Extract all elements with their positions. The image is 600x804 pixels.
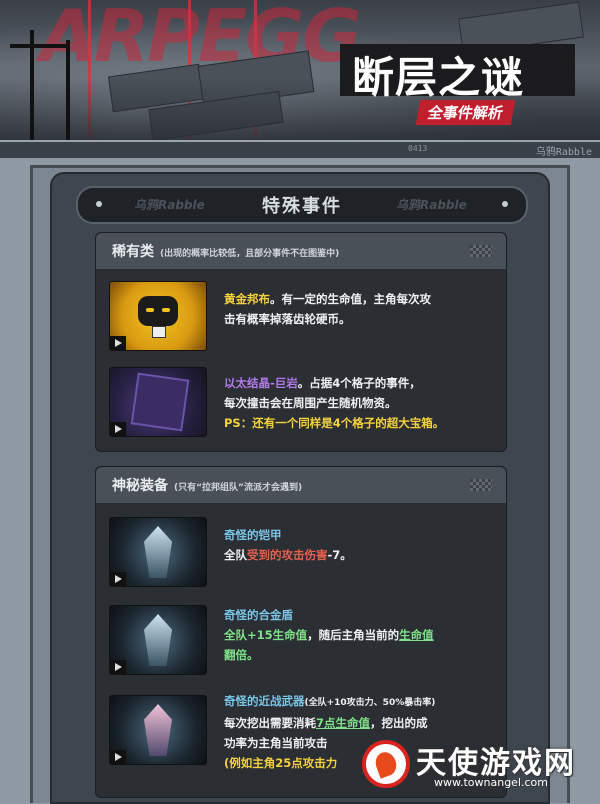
ps-note: PS：还有一个同样是4个格子的超大宝箱。 <box>224 416 445 430</box>
event-thumbnail-ether-crystal[interactable] <box>109 367 207 437</box>
power-pole <box>66 40 70 148</box>
power-pole-arm <box>10 44 70 48</box>
weapon-icon <box>144 704 172 756</box>
crystal-cube-icon <box>130 372 190 432</box>
play-icon[interactable] <box>110 750 126 764</box>
header-watermark: 乌鸦Rabble <box>396 198 467 212</box>
play-icon[interactable] <box>110 336 126 350</box>
top-strip: 0413 乌鸦Rabble <box>0 140 600 158</box>
site-logo-icon <box>362 740 410 788</box>
section-rare: 稀有类 (出现的概率比较低，且部分事件不在图鉴中) 黄金邦布。有一定的生命值，主角… <box>95 232 507 452</box>
equipment-thumbnail-armor[interactable] <box>109 517 207 587</box>
section-equipment-header: 神秘装备 (只有“拉邦组队”流派才会遇到) <box>96 467 506 503</box>
site-url: www.townangel.com <box>434 776 548 789</box>
section-note: (出现的概率比较低，且部分事件不在图鉴中) <box>160 249 340 259</box>
page-title: 断层之谜 <box>352 53 525 102</box>
page-subtitle: 全事件解析 <box>415 100 516 125</box>
section-note: (只有“拉邦组队”流派才会遇到) <box>174 483 303 493</box>
event-thumbnail-golden-bangboo[interactable] <box>109 281 207 351</box>
play-icon[interactable] <box>110 572 126 586</box>
equipment-name: 奇怪的铠甲 <box>224 528 282 542</box>
shield-icon <box>144 614 172 666</box>
note-icon <box>152 326 166 338</box>
banner: ARPEGG 断层之谜 全事件解析 <box>0 0 600 148</box>
bangboo-face-icon <box>138 296 178 326</box>
play-icon[interactable] <box>110 422 126 436</box>
section-title: 神秘装备 <box>112 478 168 494</box>
equipment-name-note: (全队+10攻击力、50%暴击率) <box>304 698 436 708</box>
author-tag: 乌鸦Rabble <box>535 147 592 158</box>
strip-code: 0413 <box>408 144 428 153</box>
site-watermark: 天使游戏网 www.townangel.com <box>362 738 594 794</box>
section-header: 乌鸦Rabble 特殊事件 乌鸦Rabble <box>76 186 528 224</box>
equipment-name: 奇怪的合金盾 <box>224 608 293 622</box>
checkered-flag-icon <box>470 479 492 491</box>
dot-icon <box>502 201 508 207</box>
equipment-thumbnail-melee-weapon[interactable] <box>109 695 207 765</box>
event-name: 黄金邦布 <box>224 292 270 306</box>
equipment-description: 奇怪的铠甲 全队受到的攻击伤害-7。 <box>224 528 352 562</box>
checkered-flag-icon <box>470 245 492 257</box>
armor-icon <box>144 526 172 578</box>
section-title: 稀有类 <box>112 244 154 260</box>
equipment-description: 奇怪的合金盾 全队+15生命值，随后主角当前的生命值 翻倍。 <box>224 608 434 662</box>
section-rare-header: 稀有类 (出现的概率比较低，且部分事件不在图鉴中) <box>96 233 506 269</box>
equipment-name: 奇怪的近战武器 <box>224 694 305 708</box>
event-description: 以太结晶-巨岩。占据4个格子的事件， 每次撞击会在周围产生随机物资。 PS：还有… <box>224 376 445 430</box>
equipment-thumbnail-alloy-shield[interactable] <box>109 605 207 675</box>
play-icon[interactable] <box>110 660 126 674</box>
event-description: 黄金邦布。有一定的生命值，主角每次攻 击有概率掉落齿轮硬币。 <box>224 292 431 326</box>
event-name: 以太结晶-巨岩 <box>224 376 298 390</box>
